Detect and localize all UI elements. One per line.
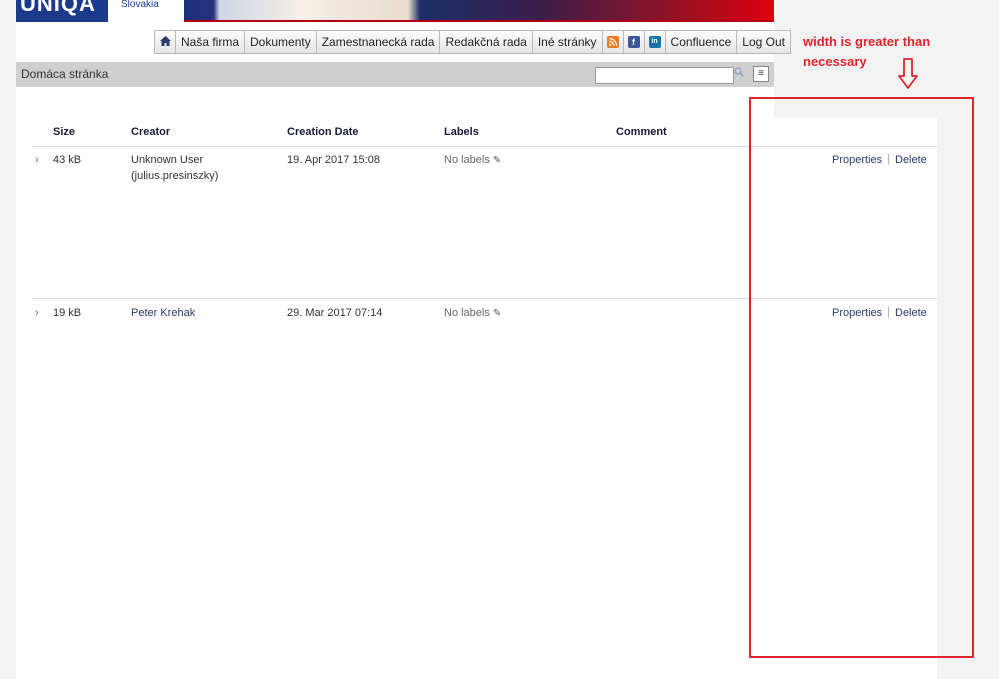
page-content-area [16,0,774,679]
logout-button[interactable]: Log Out [736,30,791,54]
nav-item-zamestnanecka-rada[interactable]: Zamestnanecká rada [315,30,441,54]
search-icon[interactable] [734,67,745,80]
page-title[interactable]: Domáca stránka [21,67,108,81]
menu-button[interactable]: ≡ [753,66,769,82]
row-creator: Unknown User [131,154,204,166]
column-header-creator[interactable]: Creator [131,126,170,138]
nav-item-dokumenty[interactable]: Dokumenty [244,30,317,54]
menu-icon: ≡ [758,68,764,79]
rss-button[interactable] [601,30,624,54]
annotation-highlight-box [749,97,974,658]
top-navigation: Naša firma Dokumenty Zamestnanecká rada … [154,30,791,54]
header-banner: UNIQA Slovakia [16,0,774,22]
edit-labels-pencil-icon[interactable]: ✎ [493,308,501,319]
column-header-creation-date[interactable]: Creation Date [287,126,359,138]
row-size: 19 kB [53,307,82,319]
logo-text: UNIQA [20,0,96,16]
expand-chevron-icon[interactable]: › [35,154,39,166]
row-labels-text: No labels [444,307,490,319]
facebook-icon: f [627,36,640,48]
row-labels: No labels ✎ [444,307,501,319]
nav-item-nasa-firma[interactable]: Naša firma [175,30,246,54]
nav-item-confluence[interactable]: Confluence [664,30,738,54]
linkedin-icon: in [648,36,661,48]
annotation-down-arrow-icon [898,58,918,89]
column-header-size[interactable]: Size [53,126,75,138]
page-title-bar: Domáca stránka ≡ [16,62,774,87]
row-labels-text: No labels [444,154,490,166]
row-labels: No labels ✎ [444,154,501,166]
rss-icon [606,36,619,48]
uniqa-logo[interactable]: UNIQA [16,0,108,22]
row-size: 43 kB [53,154,82,166]
row-creator-username: (julius.presinszky) [131,170,219,182]
annotation-line-1: width is greater than [803,34,931,49]
home-icon [159,31,171,53]
logo-subtitle-text: Slovakia [121,0,159,10]
edit-labels-pencil-icon[interactable]: ✎ [493,155,501,166]
expand-chevron-icon[interactable]: › [35,307,39,319]
facebook-button[interactable]: f [622,30,645,54]
nav-item-ine-stranky[interactable]: Iné stránky [531,30,603,54]
column-header-labels[interactable]: Labels [444,126,479,138]
logo-subtitle: Slovakia [108,0,184,22]
banner-image [184,0,774,22]
nav-item-redakcna-rada[interactable]: Redakčná rada [439,30,533,54]
column-header-comment[interactable]: Comment [616,126,667,138]
home-button[interactable] [154,30,176,54]
row-creator-link[interactable]: Peter Krehak [131,307,195,319]
row-creation-date: 29. Mar 2017 07:14 [287,307,383,319]
search-input[interactable] [595,67,734,84]
row-creation-date: 19. Apr 2017 15:08 [287,154,380,166]
linkedin-button[interactable]: in [643,30,666,54]
